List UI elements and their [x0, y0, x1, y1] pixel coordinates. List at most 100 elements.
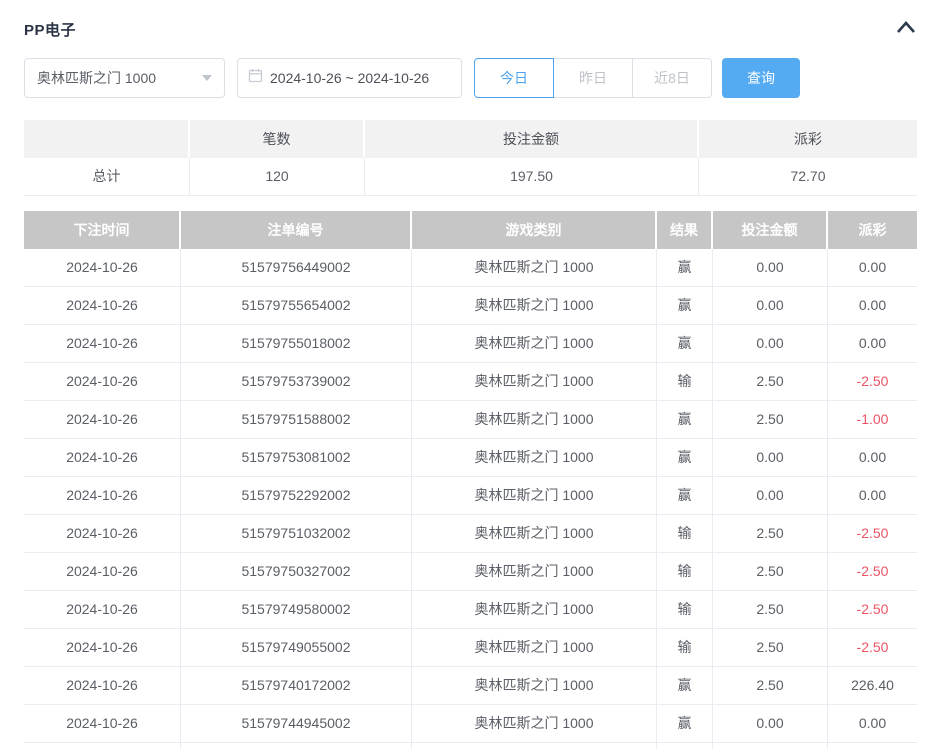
records-header-payout: 派彩	[828, 211, 917, 249]
cell-payout: -2.50	[828, 363, 917, 401]
cell-game-type: 奥林匹斯之门 1000	[412, 249, 657, 287]
cell-result: 赢	[657, 325, 713, 363]
table-row: 2024-10-26 51579751032002 奥林匹斯之门 1000 输 …	[24, 515, 917, 553]
cell-order-no: 51579749580002	[181, 591, 412, 629]
summary-table: 笔数 投注金额 派彩 总计 120 197.50 72.70	[24, 120, 917, 196]
cell-bet-time: 2024-10-26	[24, 553, 181, 591]
cell-game-type: 奥林匹斯之门 1000	[412, 363, 657, 401]
records-table: 下注时间 注单编号 游戏类别 结果 投注金额 派彩 2024-10-26 515…	[24, 211, 917, 749]
cell-bet-time: 2024-10-26	[24, 705, 181, 743]
records-header-result: 结果	[657, 211, 713, 249]
summary-total-row: 总计 120 197.50 72.70	[24, 158, 917, 196]
cell-game-type: 奥林匹斯之门 1000	[412, 287, 657, 325]
cell-payout: 0.00	[828, 439, 917, 477]
summary-total-payout: 72.70	[699, 158, 917, 196]
table-row: 2024-10-26 51579740172002 奥林匹斯之门 1000 赢 …	[24, 667, 917, 705]
yesterday-button[interactable]: 昨日	[553, 58, 633, 98]
cell-order-no: 51579740172002	[181, 667, 412, 705]
summary-header-payout: 派彩	[699, 120, 917, 158]
table-row: 2024-10-26 51579756449002 奥林匹斯之门 1000 赢 …	[24, 249, 917, 287]
cell-bet-amount: 0.00	[713, 249, 828, 287]
records-body: 2024-10-26 51579756449002 奥林匹斯之门 1000 赢 …	[24, 249, 917, 743]
records-header-game-type: 游戏类别	[412, 211, 657, 249]
cell-bet-amount: 0.00	[713, 477, 828, 515]
quick-range-group: 今日 昨日 近8日	[474, 58, 712, 98]
summary-header-row: 笔数 投注金额 派彩	[24, 120, 917, 158]
cell-bet-time: 2024-10-26	[24, 667, 181, 705]
game-select-value: 奥林匹斯之门 1000	[37, 70, 157, 86]
cell-payout: 0.00	[828, 705, 917, 743]
table-row: 2024-10-26 51579755018002 奥林匹斯之门 1000 赢 …	[24, 325, 917, 363]
records-header-row: 下注时间 注单编号 游戏类别 结果 投注金额 派彩	[24, 211, 917, 249]
cell-bet-amount: 2.50	[713, 401, 828, 439]
caret-down-icon	[202, 75, 212, 81]
today-button[interactable]: 今日	[474, 58, 554, 98]
summary-header-bet-amount: 投注金额	[365, 120, 699, 158]
cell-bet-amount: 2.50	[713, 629, 828, 667]
cell-order-no: 51579744945002	[181, 705, 412, 743]
cell-result: 输	[657, 629, 713, 667]
summary-total-label: 总计	[24, 158, 190, 196]
cell-order-no: 51579756449002	[181, 249, 412, 287]
cell-result: 赢	[657, 705, 713, 743]
cell-bet-amount: 2.50	[713, 553, 828, 591]
table-row: 2024-10-26 51579753739002 奥林匹斯之门 1000 输 …	[24, 363, 917, 401]
cell-game-type: 奥林匹斯之门 1000	[412, 477, 657, 515]
cell-result: 输	[657, 553, 713, 591]
table-row: 2024-10-26 51579749055002 奥林匹斯之门 1000 输 …	[24, 629, 917, 667]
calendar-icon	[248, 68, 263, 88]
cell-payout: 0.00	[828, 287, 917, 325]
summary-header-count: 笔数	[190, 120, 365, 158]
table-row: 2024-10-26 51579751588002 奥林匹斯之门 1000 赢 …	[24, 401, 917, 439]
cell-bet-time: 2024-10-26	[24, 325, 181, 363]
cell-game-type: 奥林匹斯之门 1000	[412, 515, 657, 553]
summary-total-count: 120	[190, 158, 365, 196]
table-row: 2024-10-26 51579752292002 奥林匹斯之门 1000 赢 …	[24, 477, 917, 515]
cell-result: 赢	[657, 667, 713, 705]
cell-payout: -1.00	[828, 401, 917, 439]
table-row: 2024-10-26 51579744945002 奥林匹斯之门 1000 赢 …	[24, 705, 917, 743]
cell-payout: 0.00	[828, 325, 917, 363]
collapse-button[interactable]	[895, 20, 917, 37]
panel-header: PP电子	[24, 0, 917, 39]
cell-payout: -2.50	[828, 591, 917, 629]
cell-result: 赢	[657, 477, 713, 515]
cell-result: 输	[657, 515, 713, 553]
cell-payout: 226.40	[828, 667, 917, 705]
cell-order-no: 51579755654002	[181, 287, 412, 325]
records-header-bet-time: 下注时间	[24, 211, 181, 249]
last8days-button[interactable]: 近8日	[632, 58, 712, 98]
cell-bet-time: 2024-10-26	[24, 629, 181, 667]
cell-bet-amount: 2.50	[713, 363, 828, 401]
cell-order-no: 51579753081002	[181, 439, 412, 477]
game-select[interactable]: 奥林匹斯之门 1000	[24, 58, 225, 98]
cell-game-type: 奥林匹斯之门 1000	[412, 705, 657, 743]
cell-bet-amount: 0.00	[713, 287, 828, 325]
cell-bet-amount: 2.50	[713, 667, 828, 705]
table-row: 2024-10-26 51579750327002 奥林匹斯之门 1000 输 …	[24, 553, 917, 591]
cell-order-no: 51579753739002	[181, 363, 412, 401]
cell-bet-time: 2024-10-26	[24, 287, 181, 325]
cell-payout: -2.50	[828, 553, 917, 591]
cell-order-no: 51579751032002	[181, 515, 412, 553]
cell-game-type: 奥林匹斯之门 1000	[412, 401, 657, 439]
cell-result: 输	[657, 363, 713, 401]
cell-bet-amount: 0.00	[713, 705, 828, 743]
cell-order-no: 51579749055002	[181, 629, 412, 667]
page-title: PP电子	[24, 21, 77, 39]
table-row: 2024-10-26 51579749580002 奥林匹斯之门 1000 输 …	[24, 591, 917, 629]
summary-header-empty	[24, 120, 190, 158]
cell-order-no: 51579750327002	[181, 553, 412, 591]
query-button[interactable]: 查询	[722, 58, 800, 98]
cell-payout: 0.00	[828, 249, 917, 287]
cell-bet-amount: 0.00	[713, 325, 828, 363]
cell-result: 输	[657, 591, 713, 629]
filter-bar: 奥林匹斯之门 1000 2024-10-26 ~ 2024-10-26 今日 昨…	[24, 58, 917, 98]
cell-payout: 0.00	[828, 477, 917, 515]
cell-bet-amount: 0.00	[713, 439, 828, 477]
table-row: 2024-10-26 51579755654002 奥林匹斯之门 1000 赢 …	[24, 287, 917, 325]
cell-bet-time: 2024-10-26	[24, 591, 181, 629]
date-range-input[interactable]: 2024-10-26 ~ 2024-10-26	[237, 58, 462, 98]
cell-game-type: 奥林匹斯之门 1000	[412, 629, 657, 667]
cell-game-type: 奥林匹斯之门 1000	[412, 325, 657, 363]
